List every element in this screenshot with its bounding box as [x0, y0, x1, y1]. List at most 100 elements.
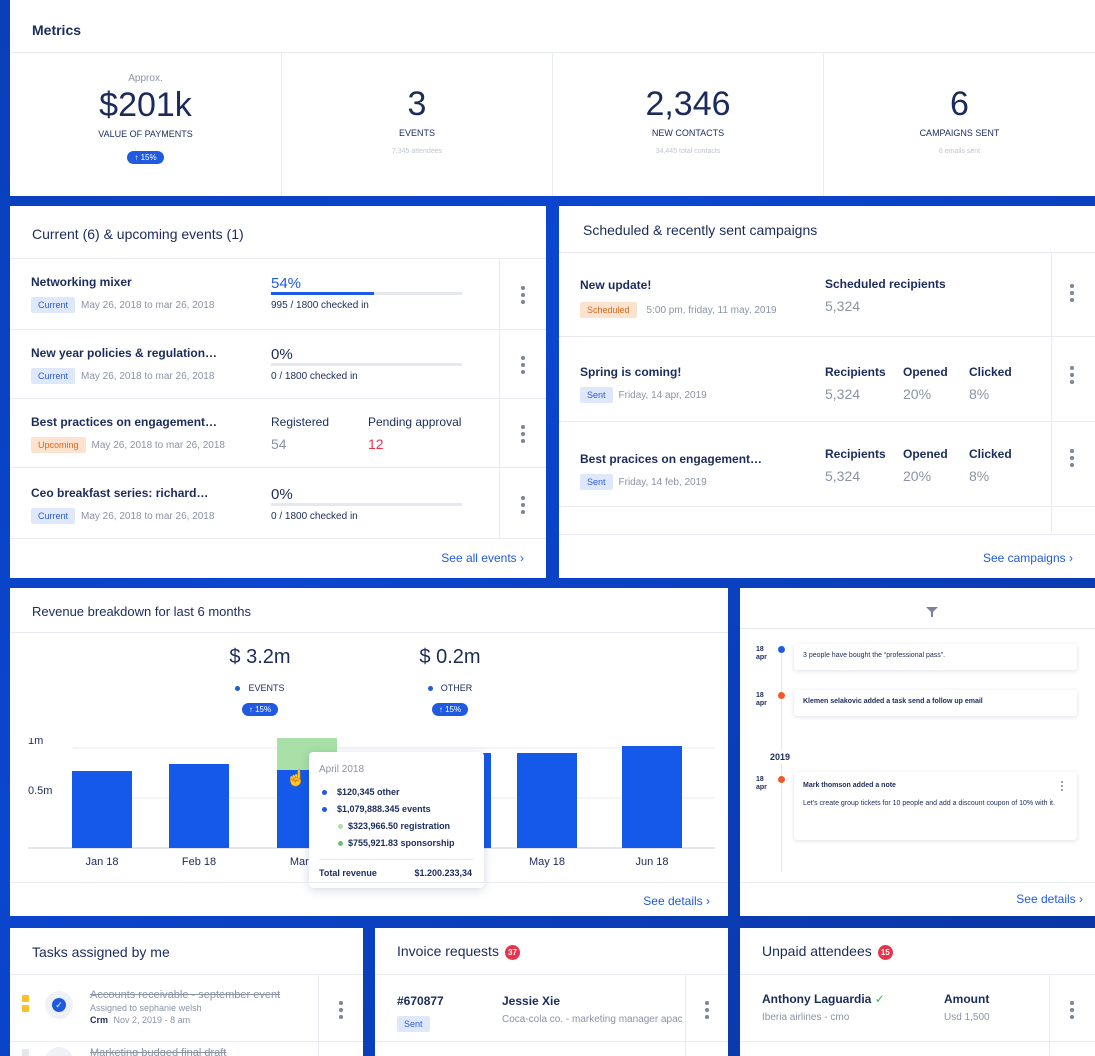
- note-body: Let's create group tickets for 10 people…: [803, 800, 1055, 807]
- event-name[interactable]: Best practices on engagement…: [31, 415, 217, 429]
- status-badge: Sent: [397, 1016, 430, 1032]
- see-campaigns-link[interactable]: See campaigns ›: [983, 551, 1073, 565]
- x-tick-label: Feb 18: [182, 856, 216, 868]
- metric-label: VALUE OF PAYMENTS: [98, 129, 193, 139]
- timeline-item[interactable]: 18 apr 3 people have bought the “professi…: [740, 644, 1095, 672]
- row-menu[interactable]: [499, 259, 546, 329]
- chevron-right-icon: ›: [520, 551, 524, 565]
- metric-sub: 7,345 attendees: [391, 148, 443, 155]
- tooltip-lines: $120,345 other $1,079,888.345 events $323,…: [319, 784, 476, 852]
- y-tick-label: 1m: [28, 738, 43, 747]
- legend-label: OTHER: [440, 683, 473, 693]
- invoice-id[interactable]: #670877: [397, 994, 444, 1008]
- timeline-date: 18 apr: [756, 692, 767, 707]
- row-menu[interactable]: [1049, 975, 1095, 1041]
- kebab-icon[interactable]: [521, 425, 525, 443]
- event-row[interactable]: Networking mixer Current May 26, 2018 to…: [10, 259, 499, 329]
- metric-contacts[interactable]: 2,346 NEW CONTACTS 34,445 total contacts: [553, 53, 823, 196]
- campaign-name[interactable]: New update!: [580, 278, 651, 292]
- campaign-row[interactable]: New update! Scheduled 5:00 pm, friday, 1…: [559, 253, 1051, 337]
- row-menu[interactable]: [499, 468, 546, 538]
- event-row[interactable]: New year policies & regulation… Current …: [10, 330, 499, 398]
- timeline-note[interactable]: 18 apr Mark thomson added a note Let's cr…: [740, 772, 1095, 842]
- row-menu[interactable]: [1051, 422, 1095, 506]
- status-badge: Upcoming: [31, 437, 86, 453]
- task-row[interactable]: ✓ Accounts receivable - september event …: [10, 975, 318, 1041]
- row-menu[interactable]: [499, 330, 546, 398]
- link-label: See details: [1016, 892, 1076, 906]
- kebab-icon[interactable]: [521, 286, 525, 304]
- event-name[interactable]: New year policies & regulation…: [31, 346, 217, 360]
- campaigns-card: Scheduled & recently sent campaigns New …: [559, 206, 1095, 578]
- task-row[interactable]: Marketing budged final draft: [10, 1042, 318, 1056]
- row-menu[interactable]: [1051, 337, 1095, 421]
- legend-dot: [235, 686, 241, 692]
- see-details-link[interactable]: See details ›: [643, 894, 710, 908]
- row-menu[interactable]: [318, 975, 363, 1041]
- kebab-icon[interactable]: [705, 1001, 709, 1019]
- invoice-row[interactable]: #670877 Sent Jessie Xie Coca-cola co. - …: [375, 975, 685, 1041]
- task-title[interactable]: Accounts receivable - september event: [90, 989, 280, 1001]
- bar-events[interactable]: [517, 753, 577, 848]
- row-menu[interactable]: [685, 975, 728, 1041]
- event-name[interactable]: Ceo breakfast series: richard…: [31, 486, 208, 500]
- row-menu[interactable]: [499, 399, 546, 467]
- row-menu[interactable]: [1051, 253, 1095, 337]
- metric-label: EVENTS: [398, 128, 435, 138]
- kebab-icon[interactable]: [1070, 449, 1074, 467]
- tooltip-dot: [338, 824, 343, 829]
- campaign-row[interactable]: Spring is coming! Sent Friday, 14 apr, 2…: [559, 337, 1051, 421]
- timeline-item[interactable]: 18 apr Klemen selakovic added a task send…: [740, 690, 1095, 718]
- divider: [559, 534, 1095, 535]
- see-all-events-link[interactable]: See all events ›: [441, 551, 524, 565]
- divider: [375, 1041, 728, 1042]
- campaign-name[interactable]: Best pracices on engagement…: [580, 452, 762, 466]
- bar-other[interactable]: [72, 771, 132, 773]
- divider: [740, 628, 1095, 629]
- filter-icon[interactable]: [926, 604, 938, 622]
- kebab-icon[interactable]: [1070, 284, 1074, 302]
- kebab-icon[interactable]: [521, 356, 525, 374]
- kebab-icon[interactable]: [1060, 781, 1064, 791]
- bar-events[interactable]: [72, 773, 132, 848]
- total-amount: $ 0.2m: [419, 646, 481, 668]
- event-row[interactable]: Best practices on engagement… Upcoming M…: [10, 399, 499, 467]
- kebab-icon[interactable]: [1070, 366, 1074, 384]
- campaigns-title: Scheduled & recently sent campaigns: [583, 222, 818, 238]
- metric-payments[interactable]: Approx. $201k VALUE OF PAYMENTS ↑ 15%: [10, 53, 281, 196]
- metrics-title: Metrics: [32, 22, 82, 38]
- event-name[interactable]: Networking mixer: [31, 275, 132, 289]
- revenue-title: Revenue breakdown for last 6 months: [32, 604, 251, 619]
- tooltip-line: $120,345 other: [319, 784, 476, 801]
- bar-other[interactable]: [169, 764, 229, 766]
- see-details-link[interactable]: See details ›: [1016, 892, 1083, 906]
- kebab-icon[interactable]: [1070, 1001, 1074, 1019]
- attendee-row[interactable]: Anthony Laguardia ✓ Iberia airlines - cm…: [740, 975, 1049, 1041]
- task-check[interactable]: ✓: [45, 991, 73, 1019]
- task-check[interactable]: [45, 1047, 73, 1056]
- activity-text: 3 people have bought the “professional p…: [803, 652, 946, 659]
- metric-pre-label: Approx.: [128, 73, 163, 84]
- kebab-icon[interactable]: [521, 496, 525, 514]
- campaign-name[interactable]: Spring is coming!: [580, 365, 681, 379]
- event-row[interactable]: Ceo breakfast series: richard… Current M…: [10, 468, 499, 538]
- stat-label: Opened: [903, 447, 948, 461]
- stat-label: Recipients: [825, 447, 886, 461]
- metric-events[interactable]: 3 EVENTS 7,345 attendees: [282, 53, 552, 196]
- invoices-title: Invoice requests 37: [397, 943, 520, 960]
- chevron-right-icon: ›: [1079, 892, 1083, 906]
- task-title[interactable]: Marketing budged final draft: [90, 1047, 226, 1056]
- campaign-row[interactable]: Best pracices on engagement… Sent Friday…: [559, 422, 1051, 506]
- note-title: Mark thomson added a note: [803, 782, 896, 789]
- tooltip-total-label: Total revenue: [319, 868, 377, 878]
- tooltip-total-value: $1.200.233,34: [414, 868, 472, 878]
- bar-events[interactable]: [622, 746, 682, 848]
- count-badge: 37: [504, 944, 520, 960]
- attendee-name[interactable]: Anthony Laguardia ✓: [762, 992, 885, 1006]
- bar-events[interactable]: [169, 766, 229, 848]
- tasks-title: Tasks assigned by me: [32, 944, 170, 960]
- stat-value: 5,324: [825, 298, 861, 314]
- metric-campaigns[interactable]: 6 CAMPAIGNS SENT 6 emails sent: [824, 53, 1095, 196]
- kebab-icon[interactable]: [339, 1001, 343, 1019]
- divider: [10, 632, 728, 633]
